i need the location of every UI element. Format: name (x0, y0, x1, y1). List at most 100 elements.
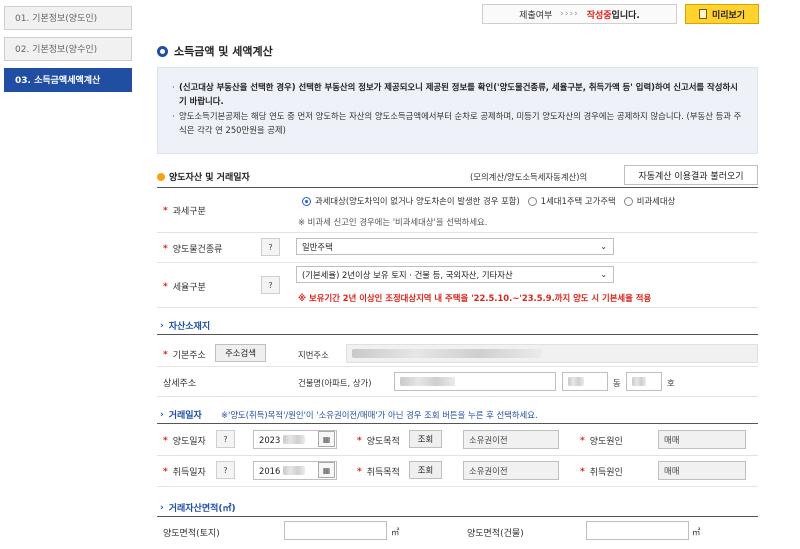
document-icon (698, 9, 707, 19)
sale-cause-label: * 양도원인 (580, 435, 623, 448)
acq-purpose-label: * 취득목적 (357, 466, 400, 479)
row-divider (157, 307, 758, 308)
lot-address-label: 지번주소 (298, 350, 329, 360)
acq-date-label: * 취득일자 (163, 466, 206, 479)
building-area-label: 양도면적(건물) (467, 529, 524, 539)
row-divider (157, 262, 758, 263)
dong-input[interactable] (562, 372, 608, 391)
property-type-label: * 양도물건종류 (163, 243, 223, 256)
preview-button-label: 미리보기 (711, 10, 746, 21)
sale-date-label: * 양도일자 (163, 435, 206, 448)
lot-address-field (346, 344, 758, 363)
masked-value (632, 377, 646, 386)
asset-title-text: 양도자산 및 거래일자 (169, 173, 250, 183)
area-section-title: › 거래자산면적(㎡) (160, 502, 236, 515)
notice-box: (신고대상 부동산을 선택한 경우) 선택한 부동산의 정보가 제공되오니 제공… (157, 67, 758, 154)
tax-type-hint: ※ 비과세 신고인 경우에는 '비과세대상'을 선택하세요. (298, 217, 488, 227)
building-area-input[interactable] (586, 521, 689, 540)
masked-value (283, 435, 306, 444)
chevron-right-icon: › (160, 502, 164, 513)
row-divider (157, 232, 758, 233)
radio-one-house-luxury[interactable] (527, 196, 537, 206)
property-type-value: 일반주택 (302, 241, 333, 252)
chevron-right-icon: › (160, 320, 164, 331)
sale-cause-field: 매매 (658, 430, 746, 449)
trade-top-rule (157, 423, 758, 424)
masked-value (400, 377, 455, 386)
basic-address-label: * 기본주소 (163, 349, 206, 362)
chevron-right-icon: › (160, 409, 164, 420)
tax-rate-warning: ※ 보유기간 2년 이상인 조정대상지역 내 주택을 '22.5.10.~'23… (298, 293, 652, 303)
acq-purpose-field: 소유권이전 (463, 461, 559, 480)
status-suffix: 입니다. (611, 10, 640, 21)
calc-note: (모의계산/양도소득세자동계산)의 (470, 172, 588, 182)
masked-value (352, 349, 542, 358)
notice-line-1: (신고대상 부동산을 선택한 경우) 선택한 부동산의 정보가 제공되오니 제공… (179, 82, 738, 106)
building-name-input[interactable] (394, 372, 556, 391)
step-basic-info-seller[interactable]: 01. 기본정보(양도인) (4, 6, 132, 30)
detail-address-label: 상세주소 (163, 379, 197, 389)
row-divider (157, 396, 758, 397)
tax-rate-value: (기본세율) 2년이상 보유 토지 · 건물 등, 국외자산, 기타자산 (302, 269, 513, 280)
row-divider (157, 366, 758, 367)
sale-purpose-label: * 양도목적 (357, 435, 400, 448)
radio-taxable[interactable] (302, 196, 311, 206)
tax-rate-select[interactable]: (기본세율) 2년이상 보유 토지 · 건물 등, 국외자산, 기타자산 ⌄ (296, 266, 614, 283)
land-area-unit: ㎡ (391, 527, 400, 537)
masked-value (568, 377, 584, 386)
status-arrows: ›››› (560, 9, 579, 19)
building-area-unit: ㎡ (692, 527, 701, 537)
acq-purpose-search-button[interactable]: 조회 (409, 461, 442, 479)
step-income-tax-calc[interactable]: 03. 소득금액세액계산 (4, 68, 132, 92)
calendar-icon[interactable]: ▦ (318, 431, 335, 447)
ho-input[interactable] (626, 372, 662, 391)
property-type-select[interactable]: 일반주택 ⌄ (296, 238, 614, 255)
row-divider (157, 486, 758, 487)
radio-non-taxable-label: 비과세대상 (636, 196, 676, 206)
dong-label: 동 (613, 378, 621, 388)
ho-label: 호 (667, 378, 675, 388)
trade-date-section-title: › 거래일자 (160, 409, 202, 422)
trade-note: ※'양도(취득)목적'/원인'이 '소유권이전/매매'가 아닌 경우 조회 버튼… (221, 410, 538, 420)
radio-taxable-label: 과세대상(양도차익이 없거나 양도차손이 발생한 경우 포함) (315, 196, 520, 206)
radio-one-house-luxury-label: 1세대1주택 고가주택 (540, 196, 616, 206)
submission-status: 제출여부 ›››› 작성중입니다. (482, 4, 677, 24)
status-prefix: 제출여부 (519, 10, 553, 21)
acq-cause-field: 매매 (658, 461, 746, 480)
property-type-help-button[interactable]: ? (261, 238, 280, 256)
chevron-down-icon: ⌄ (600, 242, 607, 251)
sale-date-help-button[interactable]: ? (216, 430, 235, 448)
step-basic-info-buyer[interactable]: 02. 기본정보(양수인) (4, 37, 132, 61)
address-search-button[interactable]: 주소검색 (215, 344, 266, 362)
tax-type-radios: 과세대상(양도차익이 없거나 양도차손이 발생한 경우 포함) 1세대1주택 고… (298, 195, 675, 207)
acq-cause-label: * 취득원인 (580, 466, 623, 479)
step-nav: 01. 기본정보(양도인) 02. 기본정보(양수인) 03. 소득금액세액계산 (4, 6, 132, 99)
status-state: 작성중 (586, 10, 612, 21)
land-area-label: 양도면적(토지) (163, 529, 220, 539)
row-divider (157, 455, 758, 456)
orange-bullet-icon (157, 172, 165, 181)
section-bullet-icon (157, 45, 168, 57)
chevron-down-icon: ⌄ (600, 270, 607, 279)
section-title: 소득금액 및 세액계산 (157, 43, 273, 59)
location-top-rule (157, 334, 758, 335)
notice-line-2: 양도소득기본공제는 해당 연도 중 먼저 양도하는 자산의 양도소득금액에서부터… (172, 109, 743, 137)
asset-section-title: 양도자산 및 거래일자 (157, 170, 250, 183)
land-area-input[interactable] (284, 521, 387, 540)
area-top-rule (157, 516, 758, 517)
tax-rate-label: * 세율구분 (163, 281, 206, 294)
masked-value (283, 466, 306, 475)
tax-rate-help-button[interactable]: ? (261, 276, 280, 294)
calendar-icon[interactable]: ▦ (318, 462, 335, 478)
radio-non-taxable[interactable] (623, 196, 633, 206)
preview-button[interactable]: 미리보기 (685, 4, 759, 24)
location-section-title: › 자산소재지 (160, 320, 211, 333)
sale-purpose-field: 소유권이전 (463, 430, 559, 449)
building-name-label: 건물명(아파트, 상가) (298, 378, 372, 388)
sale-purpose-search-button[interactable]: 조회 (409, 430, 442, 448)
section-title-text: 소득금액 및 세액계산 (174, 45, 273, 58)
tax-type-label: * 과세구분 (163, 205, 206, 218)
load-auto-calc-button[interactable]: 자동계산 이용결과 불러오기 (624, 165, 758, 185)
table-top-rule (157, 187, 758, 188)
acq-date-help-button[interactable]: ? (216, 461, 235, 479)
